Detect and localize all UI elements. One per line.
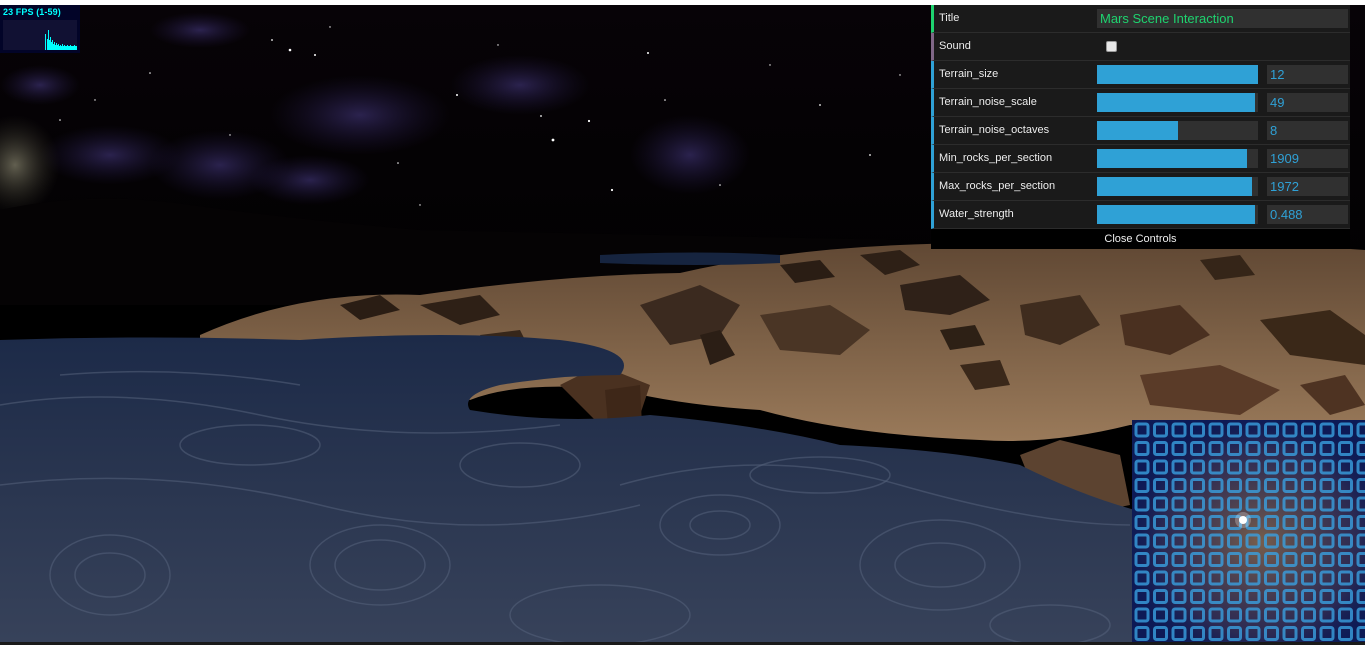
terrain-noise-octaves-input[interactable]: 8 (1267, 121, 1348, 140)
fps-graph (3, 20, 77, 50)
slider-label: Max_rocks_per_section (939, 180, 1056, 192)
slider-row-terrain-noise-scale: Terrain_noise_scale 49 (931, 89, 1350, 117)
water-strength-input[interactable]: 0.488 (1267, 205, 1348, 224)
terrain-noise-scale-input[interactable]: 49 (1267, 93, 1348, 112)
min-rocks-input[interactable]: 1909 (1267, 149, 1348, 168)
sound-checkbox[interactable] (1106, 41, 1117, 52)
min-rocks-slider[interactable] (1097, 149, 1258, 168)
max-rocks-input[interactable]: 1972 (1267, 177, 1348, 196)
slider-label: Water_strength (939, 208, 1014, 220)
slider-fill (1097, 121, 1178, 140)
slider-fill (1097, 177, 1252, 196)
slider-row-water-strength: Water_strength 0.488 (931, 201, 1350, 229)
max-rocks-slider[interactable] (1097, 177, 1258, 196)
minimap-grid (1132, 420, 1365, 642)
slider-row-terrain-size: Terrain_size 12 (931, 61, 1350, 89)
controls-panel: Title Mars Scene Interaction Sound Terra… (931, 5, 1350, 249)
slider-label: Terrain_noise_scale (939, 96, 1037, 108)
slider-fill (1097, 149, 1247, 168)
terrain-size-input[interactable]: 12 (1267, 65, 1348, 84)
title-input[interactable]: Mars Scene Interaction (1097, 9, 1348, 28)
fps-stats-panel[interactable]: 23 FPS (1-59) (0, 5, 80, 53)
slider-fill (1097, 93, 1255, 112)
minimap[interactable] (1132, 420, 1365, 642)
title-row: Title Mars Scene Interaction (931, 5, 1350, 33)
close-controls-button[interactable]: Close Controls (931, 229, 1350, 249)
slider-row-terrain-noise-octaves: Terrain_noise_octaves 8 (931, 117, 1350, 145)
terrain-size-slider[interactable] (1097, 65, 1258, 84)
fps-label: 23 FPS (1-59) (3, 7, 61, 17)
sound-row: Sound (931, 33, 1350, 61)
slider-label: Terrain_noise_octaves (939, 124, 1050, 136)
terrain-noise-scale-slider[interactable] (1097, 93, 1258, 112)
slider-fill (1097, 205, 1255, 224)
slider-label: Terrain_size (939, 68, 999, 80)
slider-label: Min_rocks_per_section (939, 152, 1053, 164)
slider-row-max-rocks: Max_rocks_per_section 1972 (931, 173, 1350, 201)
slider-row-min-rocks: Min_rocks_per_section 1909 (931, 145, 1350, 173)
terrain-noise-octaves-slider[interactable] (1097, 121, 1258, 140)
water-strength-slider[interactable] (1097, 205, 1258, 224)
slider-fill (1097, 65, 1258, 84)
title-label: Title (939, 12, 960, 24)
sound-label: Sound (939, 40, 971, 52)
